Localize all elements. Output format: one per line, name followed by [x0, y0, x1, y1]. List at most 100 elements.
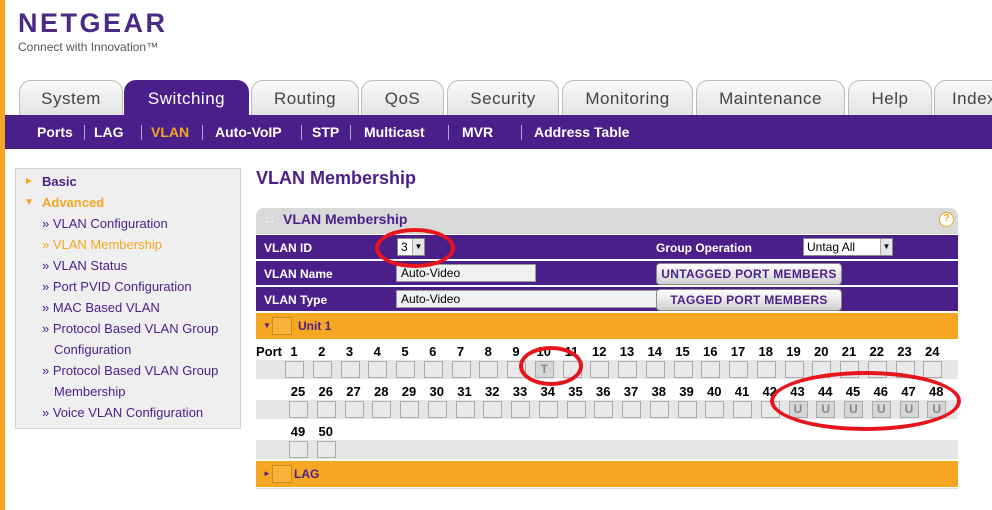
- port-number: 13: [619, 344, 635, 359]
- port-36-toggle[interactable]: [594, 401, 614, 418]
- subnav-multicast[interactable]: Multicast: [364, 115, 425, 149]
- subnav-address-table[interactable]: Address Table: [534, 115, 629, 149]
- tab-qos[interactable]: QoS: [361, 80, 444, 116]
- port-14-toggle[interactable]: [645, 361, 665, 378]
- sidebar-item-2[interactable]: » VLAN Status: [42, 255, 127, 276]
- sidebar-advanced[interactable]: Advanced: [42, 192, 104, 213]
- port-7-toggle[interactable]: [451, 361, 471, 378]
- port-27-toggle[interactable]: [344, 401, 364, 418]
- subnav-separator: [448, 125, 449, 140]
- sidebar-item-0[interactable]: » VLAN Configuration: [42, 213, 168, 234]
- tab-routing[interactable]: Routing: [251, 80, 359, 116]
- subnav-stp[interactable]: STP: [312, 115, 339, 149]
- port-38-toggle[interactable]: [649, 401, 669, 418]
- tab-monitoring[interactable]: Monitoring: [562, 80, 693, 116]
- unit-select-box[interactable]: [272, 317, 292, 335]
- subnav-ports[interactable]: Ports: [37, 115, 73, 149]
- unit-1-bar[interactable]: ▼ Unit 1: [256, 313, 958, 339]
- sidebar-item-3[interactable]: » Port PVID Configuration: [42, 276, 192, 297]
- drag-grip-icon[interactable]: ∷: [266, 213, 274, 227]
- subnav-mvr[interactable]: MVR: [462, 115, 493, 149]
- port-35-toggle[interactable]: [566, 401, 586, 418]
- port-6-toggle[interactable]: [423, 361, 443, 378]
- port-number: 6: [429, 344, 437, 359]
- sidebar-item-6-cont[interactable]: Membership: [54, 381, 126, 402]
- port-33-toggle[interactable]: [511, 401, 530, 418]
- port-number: 40: [707, 384, 722, 399]
- sidebar-item-4[interactable]: » MAC Based VLAN: [42, 297, 160, 318]
- sidebar-basic[interactable]: Basic: [42, 171, 77, 192]
- tab-help[interactable]: Help: [848, 80, 932, 116]
- vlan-id-label: VLAN ID: [264, 241, 312, 255]
- chevron-down-icon: ▼: [263, 321, 271, 330]
- chevron-down-icon: ▼: [880, 239, 892, 255]
- port-8-toggle[interactable]: [479, 361, 499, 378]
- port-1-toggle[interactable]: [285, 361, 304, 378]
- port-28-toggle[interactable]: [372, 401, 392, 418]
- group-operation-select[interactable]: Untag All ▼: [803, 238, 893, 256]
- port-24-toggle[interactable]: [923, 361, 943, 378]
- port-number: 7: [456, 344, 465, 359]
- port-number: 16: [703, 344, 718, 359]
- sidebar-item-7[interactable]: » Voice VLAN Configuration: [42, 402, 203, 423]
- port-4-toggle[interactable]: [368, 361, 388, 378]
- tab-maintenance[interactable]: Maintenance: [696, 80, 845, 116]
- port-25-toggle[interactable]: [289, 401, 308, 418]
- sidebar-item-5-cont[interactable]: Configuration: [54, 339, 131, 360]
- tab-index[interactable]: Index: [934, 80, 992, 116]
- vlan-name-label: VLAN Name: [264, 267, 333, 281]
- subnav-lag[interactable]: LAG: [94, 115, 124, 149]
- port-49-toggle[interactable]: [289, 441, 308, 458]
- port-26-toggle[interactable]: [316, 401, 336, 418]
- lag-bar[interactable]: ► LAG: [256, 461, 958, 487]
- port-15-toggle[interactable]: [673, 361, 693, 378]
- port-13-toggle[interactable]: [618, 361, 637, 378]
- subnav-vlan[interactable]: VLAN: [151, 115, 189, 149]
- port-2-toggle[interactable]: [312, 361, 332, 378]
- port-12-toggle[interactable]: [590, 361, 610, 378]
- port-5-toggle[interactable]: [396, 361, 415, 378]
- port-37-toggle[interactable]: [622, 401, 641, 418]
- port-31-toggle[interactable]: [455, 401, 475, 418]
- sidebar-item-6[interactable]: » Protocol Based VLAN Group: [42, 360, 218, 381]
- chevron-right-icon: ►: [263, 469, 271, 478]
- port-16-toggle[interactable]: [701, 361, 721, 378]
- port-number: 31: [457, 384, 472, 399]
- port-3-toggle[interactable]: [340, 361, 360, 378]
- sidebar-item-5[interactable]: » Protocol Based VLAN Group: [42, 318, 218, 339]
- port-number: 21: [841, 344, 857, 359]
- port-19-toggle[interactable]: [784, 361, 804, 378]
- port-number: 5: [401, 344, 409, 359]
- port-number: 33: [512, 384, 528, 399]
- group-operation-value: Untag All: [807, 240, 856, 254]
- port-18-toggle[interactable]: [756, 361, 776, 378]
- help-icon[interactable]: ?: [939, 212, 954, 227]
- port-number: 30: [429, 384, 444, 399]
- port-41-toggle[interactable]: [733, 401, 752, 418]
- port-39-toggle[interactable]: [677, 401, 697, 418]
- port-50-toggle[interactable]: [316, 441, 336, 458]
- subnav-auto-voip[interactable]: Auto-VoIP: [215, 115, 282, 149]
- annotation-circle-ports-44-48: [770, 371, 961, 431]
- sub-navigation: Ports LAG VLAN Auto-VoIP STP Multicast MVR Addr…: [5, 115, 992, 149]
- port-number: 29: [401, 384, 417, 399]
- lag-select-box[interactable]: [272, 465, 292, 483]
- port-number: 18: [758, 344, 773, 359]
- port-number: 20: [814, 344, 829, 359]
- port-29-toggle[interactable]: [400, 401, 419, 418]
- tab-security[interactable]: Security: [447, 80, 559, 116]
- port-number: 19: [786, 344, 801, 359]
- port-number: 38: [651, 384, 666, 399]
- tab-switching[interactable]: Switching: [124, 80, 249, 116]
- tagged-port-members-button[interactable]: TAGGED PORT MEMBERS: [656, 289, 842, 311]
- tab-system[interactable]: System: [19, 80, 123, 116]
- untagged-port-members-button[interactable]: UNTAGGED PORT MEMBERS: [656, 263, 842, 285]
- port-17-toggle[interactable]: [729, 361, 748, 378]
- port-34-toggle[interactable]: [538, 401, 558, 418]
- subnav-separator: [350, 125, 351, 140]
- sidebar-item-1[interactable]: » VLAN Membership: [42, 234, 162, 255]
- port-32-toggle[interactable]: [483, 401, 503, 418]
- port-30-toggle[interactable]: [427, 401, 447, 418]
- port-number: 34: [540, 384, 555, 399]
- port-40-toggle[interactable]: [705, 401, 725, 418]
